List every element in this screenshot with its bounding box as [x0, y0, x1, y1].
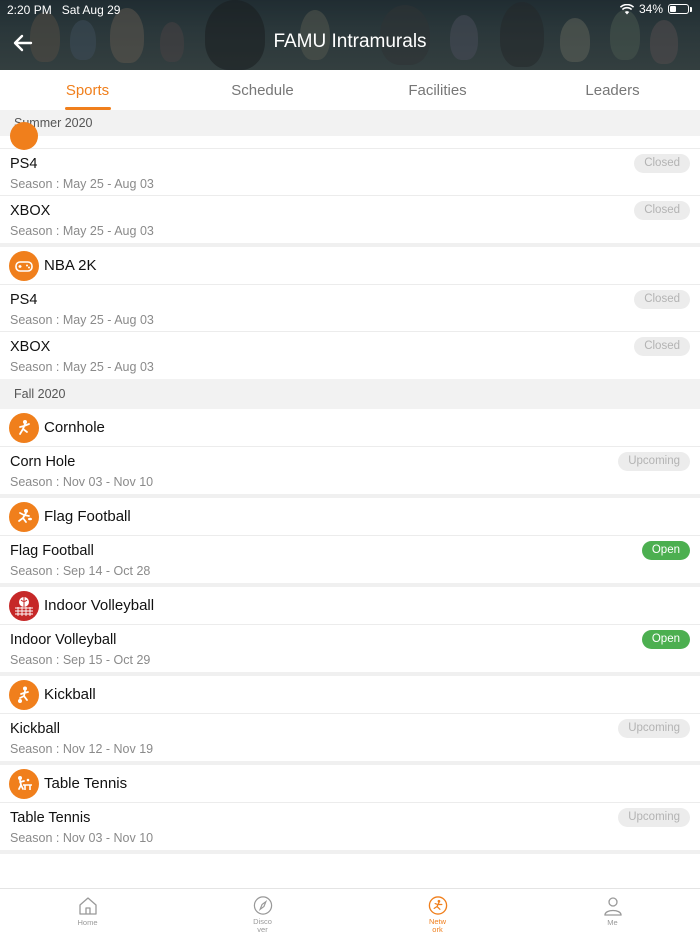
sport-header-kickball[interactable]: Kickball — [0, 676, 700, 714]
nav-network[interactable]: Network — [350, 889, 525, 934]
home-icon — [78, 897, 97, 915]
section-header-fall: Fall 2020 — [0, 379, 700, 409]
sport-icon-partial — [10, 122, 38, 150]
list-item[interactable]: Indoor Volleyball Season : Sep 15 - Oct … — [0, 625, 700, 672]
table-tennis-icon — [9, 768, 39, 799]
network-icon — [428, 896, 447, 915]
nav-discover[interactable]: Discover — [175, 889, 350, 934]
tab-leaders[interactable]: Leaders — [525, 70, 700, 110]
tab-sports[interactable]: Sports — [0, 70, 175, 110]
status-date: Sat Aug 29 — [61, 3, 121, 17]
cornhole-player-icon — [9, 412, 39, 443]
status-badge: Closed — [634, 337, 690, 356]
page-title: FAMU Intramurals — [273, 31, 427, 52]
list-item[interactable]: Table Tennis Season : Nov 03 - Nov 10 Up… — [0, 803, 700, 850]
tab-schedule[interactable]: Schedule — [175, 70, 350, 110]
list-item[interactable]: XBOX Season : May 25 - Aug 03 Closed — [0, 332, 700, 379]
status-bar: 2:20 PM Sat Aug 29 34% — [0, 0, 700, 20]
sport-header-indoor-volleyball[interactable]: Indoor Volleyball — [0, 587, 700, 625]
list-item[interactable]: Kickball Season : Nov 12 - Nov 19 Upcomi… — [0, 714, 700, 761]
sport-header-nba-2k[interactable]: NBA 2K — [0, 247, 700, 285]
kickball-player-icon — [9, 679, 39, 710]
sport-header-table-tennis[interactable]: Table Tennis — [0, 765, 700, 803]
list-item[interactable]: XBOX Season : May 25 - Aug 03 Closed — [0, 196, 700, 243]
bottom-nav: Home Discover Network Me — [0, 888, 700, 934]
list-item[interactable]: Corn Hole Season : Nov 03 - Nov 10 Upcom… — [0, 447, 700, 494]
status-badge: Upcoming — [618, 808, 690, 827]
section-header-summer: Summer 2020 — [0, 110, 700, 136]
status-badge: Upcoming — [618, 719, 690, 738]
football-player-icon — [9, 501, 39, 532]
list-item[interactable]: PS4 Season : May 25 - Aug 03 Closed — [0, 149, 700, 196]
tab-bar: Sports Schedule Facilities Leaders — [0, 70, 700, 110]
gamepad-icon — [9, 250, 39, 281]
nav-me[interactable]: Me — [525, 889, 700, 934]
tab-facilities[interactable]: Facilities — [350, 70, 525, 110]
compass-icon — [253, 896, 272, 915]
nav-home[interactable]: Home — [0, 889, 175, 934]
battery-icon — [668, 4, 689, 14]
sport-header-flag-football[interactable]: Flag Football — [0, 498, 700, 536]
status-badge: Open — [641, 541, 690, 560]
status-badge: Closed — [634, 154, 690, 173]
sport-header-cornhole[interactable]: Cornhole — [0, 409, 700, 447]
app-header: 2:20 PM Sat Aug 29 34% FAMU Intramurals — [0, 0, 700, 70]
sports-list: Summer 2020 PS4 Season : May 25 - Aug 03… — [0, 110, 700, 888]
list-item[interactable]: PS4 Season : May 25 - Aug 03 Closed — [0, 285, 700, 332]
status-badge: Upcoming — [618, 452, 690, 471]
battery-percent: 34% — [638, 2, 663, 16]
status-badge: Open — [641, 630, 690, 649]
status-time: 2:20 PM — [7, 3, 52, 17]
wifi-icon — [619, 3, 634, 14]
status-badge: Closed — [634, 201, 690, 220]
person-icon — [603, 897, 622, 916]
volleyball-icon — [9, 590, 39, 621]
status-badge: Closed — [634, 290, 690, 309]
list-item[interactable]: Flag Football Season : Sep 14 - Oct 28 O… — [0, 536, 700, 583]
